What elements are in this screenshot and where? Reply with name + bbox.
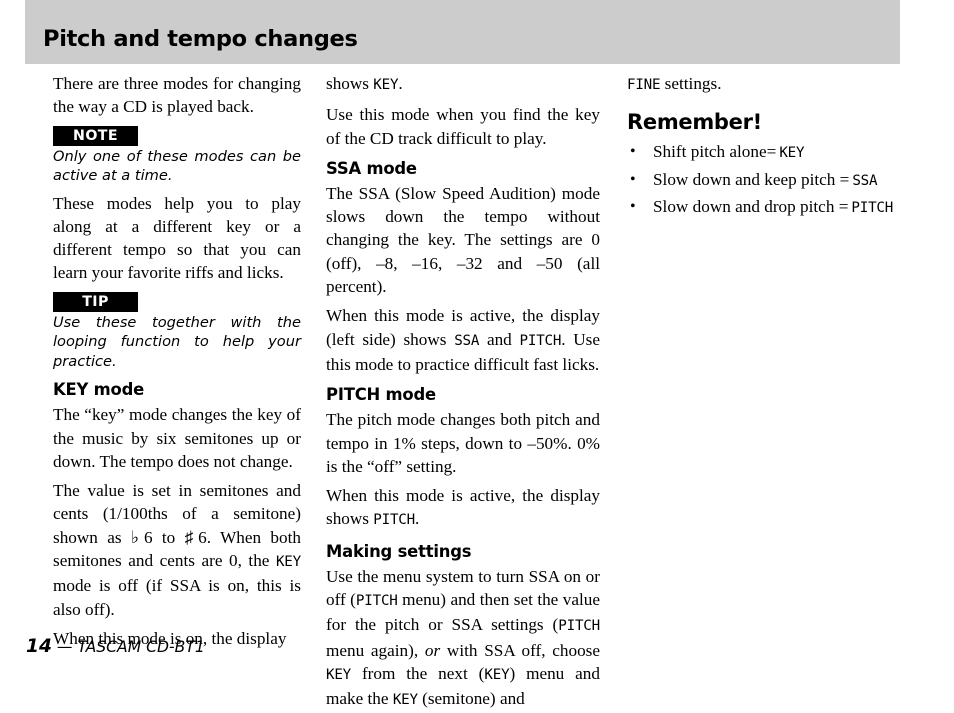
lcd-label-pitch: PITCH — [373, 512, 415, 529]
middle-column: shows KEY. Use this mode when you find t… — [326, 72, 600, 713]
lcd-label-ssa: SSA — [454, 332, 480, 349]
page-number: 14 — [26, 636, 52, 657]
list-item: • Slow down and keep pitch = SSA — [627, 167, 902, 195]
list-item-label: Shift pitch alone= — [653, 142, 777, 162]
heading-making-settings: Making settings — [326, 541, 472, 561]
lcd-label-fine: FINE — [627, 77, 661, 93]
footer-separator: — — [56, 638, 73, 656]
lcd-label-key: KEY — [779, 145, 805, 162]
left-column: There are three modes for changing the w… — [53, 72, 301, 650]
fine-settings-text: settings. — [660, 74, 722, 93]
key-mode-2-text-a: The value is set in semitones and cents … — [53, 481, 301, 571]
page-footer: 14— TASCAM CD-BT1 — [26, 636, 205, 657]
shows-key-text-a: shows — [326, 74, 374, 93]
heading-remember: Remember! — [627, 110, 762, 135]
lcd-label-pitch: PITCH — [851, 200, 894, 217]
note-badge: NOTE — [53, 125, 138, 146]
note-body: Only one of these modes can be active at… — [53, 147, 301, 185]
heading-pitch-mode: PITCH mode — [326, 385, 436, 405]
paragraph-shows-key: shows KEY. — [326, 72, 600, 97]
lcd-label-key: KEY — [275, 554, 301, 571]
tip-body: Use these together with the looping func… — [53, 313, 301, 370]
list-item: • Shift pitch alone= KEY — [627, 139, 902, 167]
making-text-g: (semitone) and — [417, 689, 525, 709]
list-item-label: Slow down and drop pitch = — [653, 197, 849, 217]
paragraph-making-settings: Use the menu system to turn SSA on or of… — [326, 565, 600, 713]
right-column: FINE settings. Remember! • Shift pitch al… — [627, 72, 902, 222]
heading-ssa-mode: SSA mode — [326, 158, 417, 178]
tip-badge: TIP — [53, 291, 138, 312]
page-title: Pitch and tempo changes — [43, 26, 358, 52]
bullet-icon: • — [630, 143, 636, 161]
making-text-d: with SSA off, choose — [440, 640, 600, 660]
making-text-e: from the next ( — [351, 663, 485, 683]
heading-key-mode: KEY mode — [53, 380, 145, 400]
paragraph-use-this-mode: Use this mode when you find the key of t… — [326, 105, 600, 148]
lcd-label-key: KEY — [392, 692, 418, 709]
paragraph-fine-settings: FINE settings. — [627, 72, 902, 97]
paragraph-ssa-2: When this mode is active, the display (l… — [326, 304, 600, 376]
bullet-icon: • — [630, 170, 636, 188]
ssa-2-text-b: and — [479, 329, 520, 349]
lcd-label-pitch: PITCH — [519, 332, 562, 349]
list-item-label: Slow down and keep pitch = — [653, 169, 850, 189]
paragraph-pitch-1: The pitch mode changes both pitch and te… — [326, 410, 600, 476]
paragraph-intro: There are three modes for changing the w… — [53, 74, 301, 117]
lcd-label-pitch: PITCH — [558, 618, 600, 635]
making-text-c: menu again), — [326, 640, 425, 660]
pitch-2-text-a: When this mode is active, the display sh… — [326, 486, 600, 529]
lcd-label-key: KEY — [373, 77, 399, 93]
publication-name: TASCAM CD-BT1 — [77, 638, 205, 656]
lcd-label-pitch: PITCH — [355, 593, 398, 610]
pitch-2-text-b: . — [415, 509, 420, 529]
paragraph-ssa-1: The SSA (Slow Speed Audition) mode slows… — [326, 183, 600, 297]
paragraph-pitch-2: When this mode is active, the display sh… — [326, 484, 600, 533]
article-body: There are three modes for changing the w… — [0, 72, 954, 708]
bullet-icon: • — [630, 198, 636, 216]
paragraph-modes-help: These modes help you to play along at a … — [53, 193, 301, 283]
paragraph-key-mode-1: The “key” mode changes the key of the mu… — [53, 405, 301, 471]
paragraph-key-mode-2: The value is set in semitones and cents … — [53, 479, 301, 621]
making-text-or: or — [424, 640, 441, 660]
remember-list: • Shift pitch alone= KEY • Slow down and ke… — [627, 139, 902, 222]
list-item: • Slow down and drop pitch = PITCH — [627, 194, 902, 222]
lcd-label-ssa: SSA — [852, 172, 878, 189]
key-mode-2-text-b: mode is off (if SSA is on, this is also … — [53, 576, 301, 619]
shows-key-text-b: . — [398, 74, 403, 93]
